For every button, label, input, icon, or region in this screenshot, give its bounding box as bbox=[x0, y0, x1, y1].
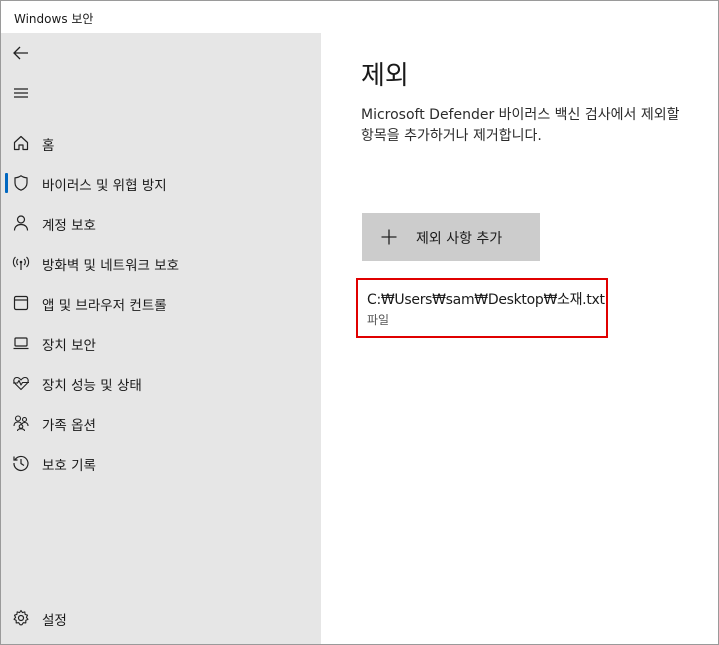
sidebar-item-protection-history[interactable]: 보호 기록 bbox=[1, 443, 321, 483]
windows-security-window: Windows 보안 홈 바이러스 및 위협 방지 계정 보호 방화벽 및 네트… bbox=[0, 0, 719, 645]
sidebar-item-family-options[interactable]: 가족 옵션 bbox=[1, 403, 321, 443]
menu-button[interactable] bbox=[1, 73, 321, 113]
selection-indicator bbox=[5, 173, 8, 193]
back-arrow-icon bbox=[13, 46, 28, 60]
sidebar-item-device-performance[interactable]: 장치 성능 및 상태 bbox=[1, 363, 321, 403]
sidebar-item-label: 홈 bbox=[42, 138, 55, 154]
exclusion-type: 파일 bbox=[367, 313, 390, 327]
sidebar-item-firewall[interactable]: 방화벽 및 네트워크 보호 bbox=[1, 243, 321, 283]
plus-icon bbox=[381, 229, 397, 245]
gear-icon bbox=[13, 609, 29, 626]
sidebar-item-label: 앱 및 브라우저 컨트롤 bbox=[42, 298, 167, 314]
sidebar-item-label: 방화벽 및 네트워크 보호 bbox=[42, 258, 180, 274]
family-icon bbox=[13, 415, 29, 432]
sidebar-item-device-security[interactable]: 장치 보안 bbox=[1, 323, 321, 363]
title-bar: Windows 보안 bbox=[1, 1, 718, 33]
back-button[interactable] bbox=[1, 33, 321, 73]
page-description: Microsoft Defender 바이러스 백신 검사에서 제외할 항목을 … bbox=[361, 107, 680, 144]
main-content: 제외 Microsoft Defender 바이러스 백신 검사에서 제외할 항… bbox=[321, 33, 718, 644]
sidebar-item-label: 계정 보호 bbox=[42, 218, 96, 234]
add-exclusion-label: 제외 사항 추가 bbox=[416, 231, 503, 247]
sidebar: 홈 바이러스 및 위협 방지 계정 보호 방화벽 및 네트워크 보호 앱 및 브… bbox=[1, 33, 321, 644]
person-icon bbox=[13, 215, 29, 231]
sidebar-item-label: 장치 보안 bbox=[42, 338, 96, 354]
heart-pulse-icon bbox=[13, 376, 29, 391]
sidebar-item-label: 보호 기록 bbox=[42, 458, 96, 474]
add-exclusion-button[interactable]: 제외 사항 추가 bbox=[362, 213, 540, 261]
sidebar-item-label: 장치 성능 및 상태 bbox=[42, 378, 142, 394]
laptop-icon bbox=[13, 337, 29, 350]
settings-label: 설정 bbox=[42, 613, 67, 629]
exclusion-path: C:₩Users₩sam₩Desktop₩소재.txt bbox=[367, 292, 605, 308]
sidebar-item-account-protection[interactable]: 계정 보호 bbox=[1, 203, 321, 243]
sidebar-item-home[interactable]: 홈 bbox=[1, 123, 321, 163]
history-icon bbox=[13, 455, 29, 471]
exclusion-item[interactable]: C:₩Users₩sam₩Desktop₩소재.txt 파일 bbox=[356, 278, 608, 338]
sidebar-item-settings[interactable]: 설정 bbox=[1, 598, 321, 638]
page-title: 제외 bbox=[361, 61, 409, 91]
home-icon bbox=[13, 135, 29, 151]
network-icon bbox=[12, 256, 30, 270]
sidebar-item-app-browser-control[interactable]: 앱 및 브라우저 컨트롤 bbox=[1, 283, 321, 323]
app-window-icon bbox=[13, 295, 29, 311]
window-title: Windows 보안 bbox=[14, 12, 94, 26]
sidebar-item-label: 바이러스 및 위협 방지 bbox=[42, 178, 167, 194]
sidebar-item-virus-protection[interactable]: 바이러스 및 위협 방지 bbox=[1, 163, 321, 203]
hamburger-menu-icon bbox=[14, 88, 28, 98]
sidebar-item-label: 가족 옵션 bbox=[42, 418, 96, 434]
shield-icon bbox=[14, 175, 28, 191]
